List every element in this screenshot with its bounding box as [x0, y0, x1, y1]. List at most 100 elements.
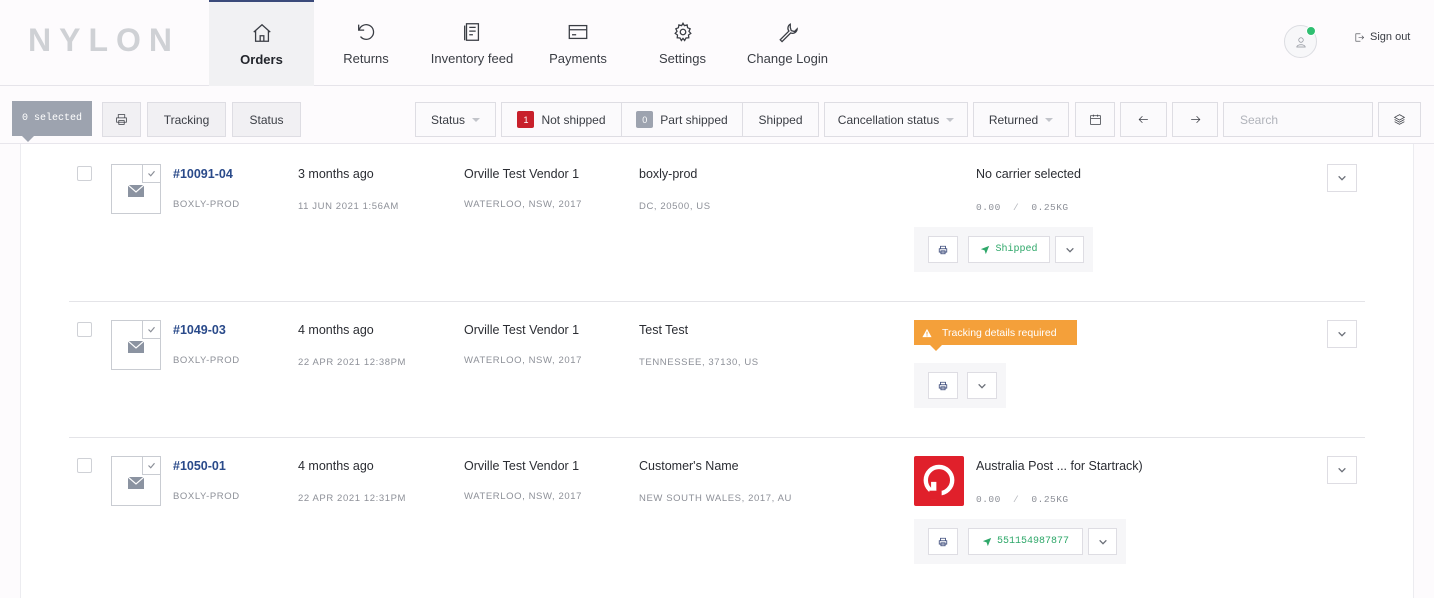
package-weight: 0.00 / 0.25KG: [976, 202, 1069, 213]
vendor-name: Orville Test Vendor 1: [464, 459, 580, 473]
layers-button[interactable]: [1378, 102, 1421, 137]
part-shipped-filter[interactable]: 0 Part shipped: [621, 102, 743, 137]
tracking-button[interactable]: Tracking: [147, 102, 226, 137]
caret-down-icon: [946, 117, 955, 122]
row-checkbox[interactable]: [77, 166, 92, 181]
row-menu-dropdown[interactable]: [1327, 456, 1357, 484]
row-checkbox[interactable]: [77, 458, 92, 473]
layers-icon: [1393, 114, 1406, 125]
selected-count-label: 0 selected: [21, 113, 82, 124]
top-bar: NYLON Orders Returns Inventory feed Paym…: [0, 0, 1434, 86]
printer-icon: [116, 114, 127, 125]
part-shipped-count: 0: [636, 111, 654, 128]
shipped-filter[interactable]: Shipped: [742, 102, 819, 137]
chevron-down-icon: [1338, 467, 1346, 473]
previous-page-button[interactable]: [1120, 102, 1167, 137]
shipped-label: Shipped: [758, 112, 803, 127]
order-number-link[interactable]: #10091-04: [173, 167, 233, 181]
not-shipped-label: Not shipped: [541, 112, 606, 127]
cancellation-status-dropdown[interactable]: Cancellation status: [824, 102, 968, 137]
cancellation-status-label: Cancellation status: [837, 112, 940, 127]
order-relative-date: 3 months ago: [298, 167, 374, 181]
row-menu-dropdown[interactable]: [1327, 320, 1357, 348]
not-shipped-filter[interactable]: 1 Not shipped: [501, 102, 622, 137]
vendor-location: WATERLOO, NSW, 2017: [464, 355, 583, 366]
returned-dropdown[interactable]: Returned: [973, 102, 1069, 137]
navigation-arrow-icon: [981, 245, 990, 254]
nav-settings[interactable]: Settings: [630, 0, 735, 86]
order-relative-date: 4 months ago: [298, 459, 374, 473]
carrier-name: Australia Post ... for Startrack): [976, 459, 1143, 473]
vendor-location: WATERLOO, NSW, 2017: [464, 491, 583, 502]
store-name: BOXLY-PROD: [173, 355, 240, 366]
weight-max: 0.25KG: [1031, 494, 1069, 505]
not-shipped-count: 1: [517, 111, 535, 128]
tracking-label: Tracking: [163, 112, 210, 127]
shipment-options-dropdown[interactable]: [967, 372, 997, 399]
nav-orders-label: Orders: [240, 51, 283, 67]
nav-settings-label: Settings: [659, 50, 706, 66]
status-tab-button[interactable]: Status: [232, 102, 301, 137]
undo-icon: [358, 23, 375, 40]
status-filter-dropdown[interactable]: Status: [415, 102, 496, 137]
sign-out-link[interactable]: Sign out: [1354, 31, 1410, 43]
product-thumbnail: [111, 164, 161, 214]
customer-name: Test Test: [639, 323, 689, 337]
order-date: 22 APR 2021 12:38PM: [298, 357, 407, 368]
row-divider: [69, 437, 1365, 438]
gear-icon: [673, 21, 692, 42]
next-page-button[interactable]: [1172, 102, 1218, 137]
check-icon: [148, 462, 155, 469]
nav-inventory-feed[interactable]: Inventory feed: [418, 0, 526, 86]
nav-change-login[interactable]: Change Login: [735, 0, 840, 86]
tracking-warning-label: Tracking details required: [942, 326, 1057, 339]
search-input[interactable]: Search: [1223, 102, 1373, 137]
nav-change-login-label: Change Login: [747, 50, 828, 66]
returned-label: Returned: [988, 112, 1039, 127]
vendor-name: Orville Test Vendor 1: [464, 323, 580, 337]
row-menu-dropdown[interactable]: [1327, 164, 1357, 192]
store-name: BOXLY-PROD: [173, 491, 240, 502]
status-filter-label: Status: [430, 112, 466, 127]
arrow-left-icon: [1138, 115, 1148, 124]
vendor-location: WATERLOO, NSW, 2017: [464, 199, 583, 210]
customer-name: Customer's Name: [639, 459, 739, 473]
order-number-link[interactable]: #1050-01: [173, 459, 226, 473]
product-thumbnail: [111, 456, 161, 506]
weight-max: 0.25KG: [1031, 202, 1069, 213]
selected-count-pill[interactable]: 0 selected: [12, 101, 92, 142]
customer-name: boxly-prod: [639, 167, 698, 181]
order-date: 11 JUN 2021 1:56AM: [298, 201, 399, 212]
nav-payments-label: Payments: [549, 50, 607, 66]
tracking-number-button[interactable]: 551154987877: [968, 528, 1083, 555]
print-label-button[interactable]: [928, 528, 958, 555]
package-weight: 0.00 / 0.25KG: [976, 494, 1069, 505]
nav-payments[interactable]: Payments: [526, 0, 630, 86]
row-checkbox[interactable]: [77, 322, 92, 337]
search-placeholder: Search: [1240, 112, 1279, 127]
shipped-status-button[interactable]: Shipped: [968, 236, 1050, 263]
order-relative-date: 4 months ago: [298, 323, 374, 337]
status-tab-label: Status: [249, 112, 284, 127]
home-icon: [252, 23, 271, 42]
print-selected-button[interactable]: [102, 102, 141, 137]
shipment-options-dropdown[interactable]: [1088, 528, 1117, 555]
order-number-link[interactable]: #1049-03: [173, 323, 226, 337]
weight-value: 0.00: [976, 202, 1001, 213]
sign-out-label: Sign out: [1370, 31, 1411, 43]
customer-location: NEW SOUTH WALES, 2017, AU: [639, 493, 792, 504]
wrench-icon: [778, 22, 798, 43]
brand-logo[interactable]: NYLON: [28, 22, 180, 59]
navigation-arrow-icon: [982, 537, 992, 546]
warning-pointer: [930, 345, 942, 351]
shipment-options-dropdown[interactable]: [1055, 236, 1084, 263]
print-label-button[interactable]: [928, 236, 958, 263]
nav-returns-label: Returns: [343, 50, 389, 66]
tracking-warning-badge: Tracking details required: [914, 320, 1077, 345]
date-filter-button[interactable]: [1075, 102, 1115, 137]
nav-orders[interactable]: Orders: [209, 0, 314, 86]
printer-icon: [938, 381, 948, 390]
nav-returns[interactable]: Returns: [314, 0, 418, 86]
print-label-button[interactable]: [928, 372, 958, 399]
store-name: BOXLY-PROD: [173, 199, 240, 210]
